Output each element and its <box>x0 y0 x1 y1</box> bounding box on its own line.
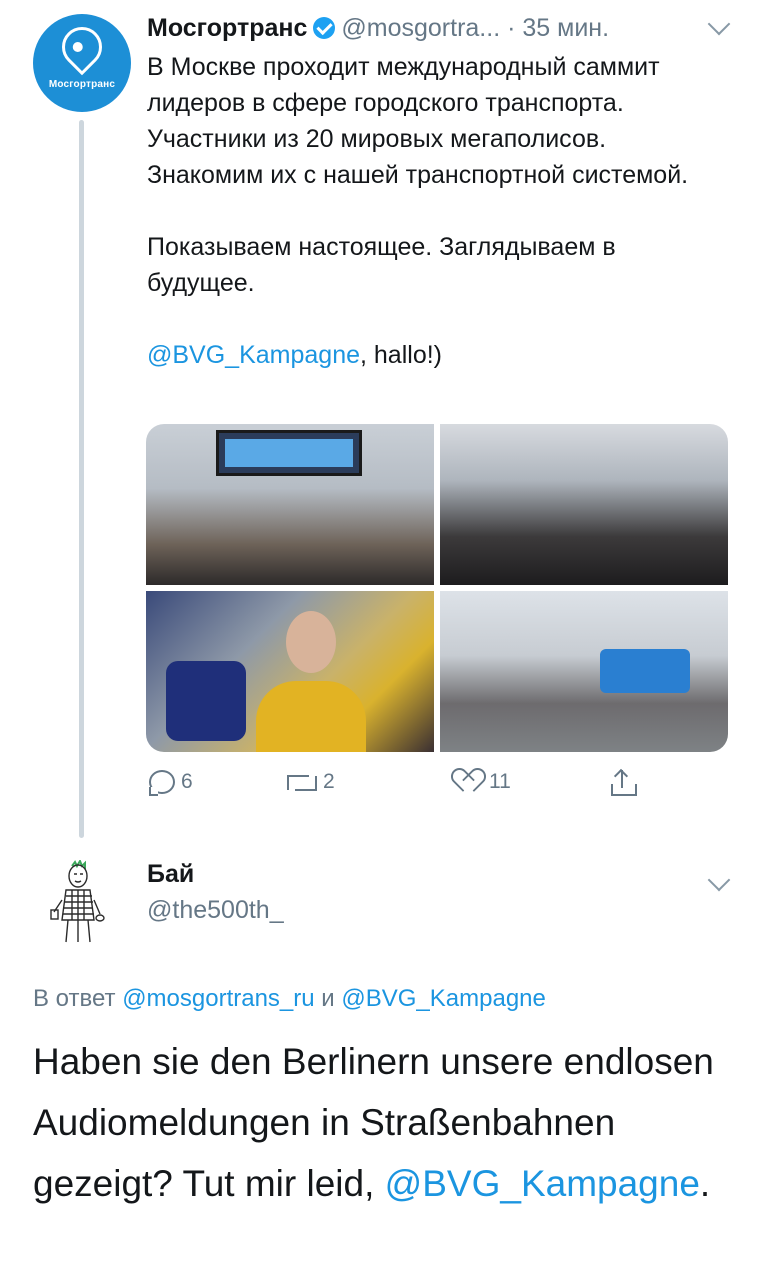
retweet-icon <box>287 772 317 792</box>
retweet-button[interactable]: 2 <box>287 770 335 794</box>
mention-link[interactable]: @BVG_Kampagne <box>147 341 360 369</box>
woman-head <box>286 611 336 673</box>
mention-link-2[interactable]: @BVG_Kampagne <box>385 1163 700 1204</box>
tweet-paragraph-1: В Москве проходит международный саммит л… <box>147 53 689 189</box>
share-button[interactable] <box>609 768 637 798</box>
yellow-coat <box>256 681 366 752</box>
reply-and: и <box>321 985 335 1012</box>
retweet-count: 2 <box>323 770 335 793</box>
mosgortrans-avatar[interactable]: Мосгортранс <box>33 14 131 112</box>
author-handle-2[interactable]: @the500th_ <box>147 896 284 925</box>
reply-button[interactable]: 6 <box>149 770 193 796</box>
blue-bus <box>600 649 690 693</box>
share-icon <box>609 768 637 798</box>
chevron-down-icon[interactable] <box>707 12 731 36</box>
tweet-body: В Москве проходит международный саммит л… <box>147 49 727 373</box>
tweet-time[interactable]: · 35 мин. <box>507 14 609 42</box>
bus-seat <box>166 661 246 741</box>
photo-men-in-bus[interactable] <box>440 424 728 585</box>
media-grid <box>146 424 728 752</box>
photo-bus-station-group[interactable] <box>440 591 728 752</box>
like-button[interactable]: 11 <box>457 770 511 794</box>
avatar-logo-text: Мосгортранс <box>48 78 116 90</box>
verified-badge-icon <box>313 17 336 39</box>
like-count: 11 <box>489 770 511 793</box>
reply-user-link-2[interactable]: @BVG_Kampagne <box>341 985 545 1012</box>
tweet-paragraph-2: Показываем настоящее. Заглядываем в буду… <box>147 233 616 297</box>
chevron-down-icon[interactable] <box>707 868 731 892</box>
heart-icon <box>457 770 483 794</box>
thread-line <box>79 120 84 838</box>
photo-bus-interior-group[interactable] <box>146 424 434 585</box>
tweet-header: Мосгортранс @mosgortra... · 35 мин. <box>147 12 609 44</box>
tweet-paragraph-3: @BVG_Kampagne, hallo!) <box>147 337 727 373</box>
author-name[interactable]: Мосгортранс <box>147 14 307 42</box>
mention-suffix-2: . <box>699 1163 711 1204</box>
location-pin-logo-icon <box>53 18 111 75</box>
mention-suffix: , hallo!) <box>360 341 442 369</box>
reply-user-link-1[interactable]: @mosgortrans_ru <box>122 985 314 1012</box>
reply-prefix: В ответ <box>33 985 116 1012</box>
reply-icon <box>149 770 175 796</box>
reply-count: 6 <box>181 770 193 793</box>
author-name-2[interactable]: Бай <box>147 860 194 889</box>
photo-woman-yellow-coat[interactable] <box>146 591 434 752</box>
tweet-body-2: Haben sie den Berlinern unsere endlosen … <box>33 1031 733 1214</box>
tweet-actions: 6 2 11 <box>147 768 667 806</box>
reply-context: В ответ @mosgortrans_ru и @BVG_Kampagne <box>33 985 546 1013</box>
bai-avatar[interactable] <box>48 860 106 944</box>
info-screen <box>216 430 362 476</box>
author-handle[interactable]: @mosgortra... <box>341 14 500 42</box>
